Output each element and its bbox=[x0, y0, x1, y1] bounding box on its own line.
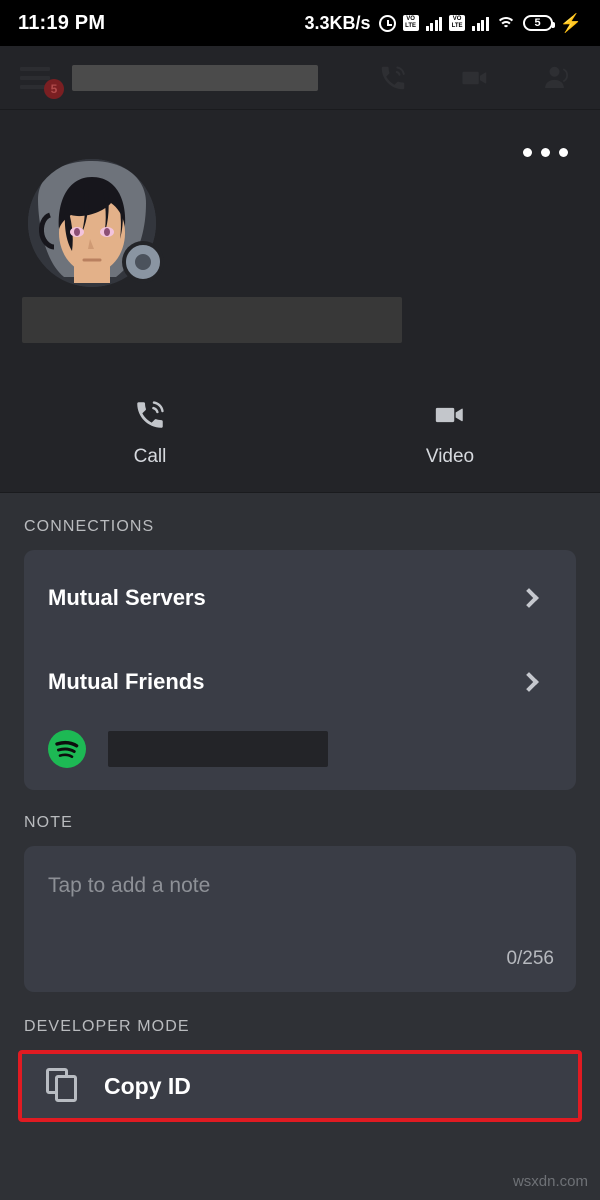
app-screen: 11:19 PM 3.3KB/s VO LTE VO LTE 5 ⚡ 5 Cal… bbox=[0, 0, 600, 1200]
volte-label-top: VO bbox=[406, 16, 415, 22]
chevron-right-icon bbox=[519, 588, 539, 608]
channel-title-redacted bbox=[72, 65, 318, 91]
system-status-bar: 11:19 PM 3.3KB/s VO LTE VO LTE 5 ⚡ bbox=[0, 0, 600, 46]
call-button[interactable]: Call bbox=[0, 373, 300, 493]
signal-bars-sim1 bbox=[425, 15, 443, 31]
video-button[interactable]: Video bbox=[300, 373, 600, 493]
battery-level-text: 5 bbox=[534, 17, 541, 29]
mutual-friends-label: Mutual Friends bbox=[48, 669, 205, 694]
copy-id-label: Copy ID bbox=[104, 1072, 191, 1099]
video-call-icon bbox=[435, 407, 463, 423]
developer-mode-section: DEVELOPER MODE Copy ID bbox=[0, 992, 600, 1122]
mutual-servers-label: Mutual Servers bbox=[48, 585, 206, 610]
video-label: Video bbox=[425, 446, 475, 467]
note-placeholder: Tap to add a note bbox=[48, 874, 211, 897]
voice-call-icon bbox=[137, 401, 164, 428]
connections-card: Mutual Servers Mutual Friends bbox=[24, 550, 576, 790]
spotify-connection-row[interactable] bbox=[24, 724, 576, 768]
status-bar-clock: 11:19 PM bbox=[18, 11, 106, 34]
signal-bars-sim2 bbox=[472, 15, 489, 31]
copy-icon bbox=[46, 1068, 82, 1104]
mutual-servers-row[interactable]: Mutual Servers bbox=[24, 556, 576, 640]
alarm-icon bbox=[378, 14, 396, 32]
copy-id-button[interactable]: Copy ID bbox=[18, 1050, 582, 1122]
presence-ring bbox=[126, 245, 160, 279]
note-input[interactable]: Tap to add a note 0/256 bbox=[24, 846, 576, 992]
connections-section: CONNECTIONS Mutual Servers Mutual Friend… bbox=[0, 493, 600, 790]
more-options-icon[interactable] bbox=[523, 148, 568, 157]
hamburger-menu-icon[interactable]: 5 bbox=[20, 65, 64, 99]
wifi-icon bbox=[495, 16, 516, 31]
volte-label-bottom: LTE bbox=[405, 23, 417, 29]
video-call-icon[interactable] bbox=[458, 63, 492, 93]
charging-bolt-icon: ⚡ bbox=[559, 12, 582, 33]
username-redacted bbox=[22, 297, 402, 343]
voice-call-icon[interactable] bbox=[376, 63, 410, 93]
members-icon[interactable] bbox=[540, 63, 574, 93]
call-label: Call bbox=[133, 446, 167, 467]
volte-icon-sim1: VO LTE bbox=[402, 15, 419, 31]
battery-icon: 5 bbox=[522, 15, 555, 31]
note-section: NOTE Tap to add a note 0/256 bbox=[0, 790, 600, 992]
note-heading: NOTE bbox=[24, 814, 73, 831]
profile-header bbox=[0, 110, 600, 373]
connections-heading: CONNECTIONS bbox=[24, 518, 155, 535]
mutual-friends-row[interactable]: Mutual Friends bbox=[24, 640, 576, 724]
developer-mode-heading: DEVELOPER MODE bbox=[24, 1018, 190, 1035]
unread-badge: 5 bbox=[44, 79, 64, 99]
profile-action-bar: Call Video bbox=[0, 373, 600, 493]
avatar[interactable] bbox=[28, 159, 164, 287]
note-character-counter: 0/256 bbox=[506, 948, 554, 969]
chevron-right-icon bbox=[519, 672, 539, 692]
network-speed-text: 3.3KB/s bbox=[304, 12, 371, 33]
volte-label-bottom-2: LTE bbox=[451, 23, 463, 29]
top-navigation-bar: 5 bbox=[0, 46, 600, 110]
spotify-value-redacted bbox=[108, 731, 328, 767]
status-badge bbox=[122, 241, 164, 283]
volte-icon-sim2: VO LTE bbox=[449, 15, 466, 31]
spotify-icon bbox=[48, 730, 86, 768]
volte-label-top-2: VO bbox=[452, 16, 462, 22]
watermark: wsxdn.com bbox=[512, 1173, 588, 1190]
